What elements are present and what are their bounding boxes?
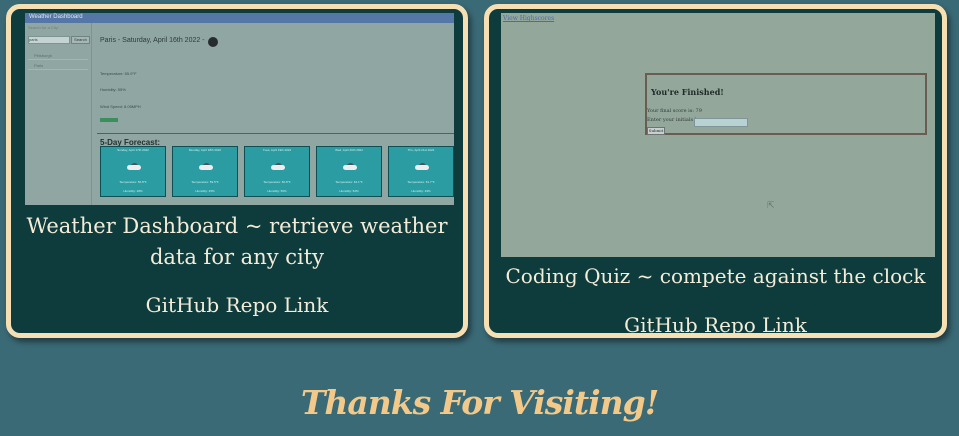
weather-temperature: Temperature: 55.9°F: [100, 71, 137, 76]
forecast-date: Sunday, April 17th 2022: [117, 148, 149, 152]
forecast-humidity: Humidity: 50%: [267, 189, 287, 193]
quiz-final-score: Your final score is: 79: [647, 108, 702, 114]
weather-history-item: Pittsburgh: [28, 53, 88, 60]
forecast-date: Monday, April 18th 2022: [188, 148, 222, 152]
forecast-temp: Temperature: 61.7°F: [407, 180, 435, 184]
quiz-highscores-link: View Highscores: [503, 15, 555, 22]
quiz-finished-box: You're Finished! Your final score is: 79…: [645, 73, 927, 135]
weather-app-header: Weather Dashboard: [25, 13, 454, 23]
cloud-icon: [199, 163, 213, 170]
forecast-date: Wed, April 20th 2022: [335, 148, 363, 152]
forecast-humidity: Humidity: 48%: [123, 189, 143, 193]
github-repo-link-weather[interactable]: GitHub Repo Link: [11, 293, 463, 317]
forecast-date: Thu, April 21st 2022: [407, 148, 435, 152]
forecast-temp: Temperature: 59.5°F: [191, 180, 219, 184]
forecast-day-card: Sunday, April 17th 2022 Temperature: 56.…: [100, 146, 166, 197]
weather-search-label: Search for a City:: [28, 25, 59, 30]
forecast-humidity: Humidity: 45%: [195, 189, 215, 193]
project-card-quiz: View Highscores You're Finished! Your fi…: [484, 4, 947, 338]
cloud-icon: [271, 163, 285, 170]
weather-humidity: Humidity: 55%: [100, 87, 126, 92]
project-caption-quiz: Coding Quiz ~ compete against the clock: [505, 264, 926, 288]
cloud-icon: [415, 163, 429, 170]
weather-search-input: paris: [28, 36, 70, 44]
project-screenshot-quiz[interactable]: View Highscores You're Finished! Your fi…: [501, 13, 935, 257]
cloud-icon: [127, 163, 141, 170]
github-repo-link-quiz[interactable]: GitHub Repo Link: [489, 313, 942, 333]
quiz-initials-input: [694, 118, 748, 127]
weather-main: Paris - Saturday, April 16th 2022 - Temp…: [97, 23, 454, 205]
forecast-humidity: Humidity: 52%: [339, 189, 359, 193]
project-screenshot-weather[interactable]: Weather Dashboard Search for a City: par…: [25, 13, 454, 205]
thanks-heading: Thanks For Visiting!: [300, 383, 659, 422]
forecast-temp: Temperature: 56.8°F: [119, 180, 147, 184]
quiz-submit-button: Submit: [647, 127, 665, 135]
forecast-humidity: Humidity: 49%: [411, 189, 431, 193]
weather-uv-badge: [100, 118, 118, 122]
forecast-date: Tues, April 19th 2022: [262, 148, 292, 152]
weather-wind: Wind Speed: 8.05MPH: [100, 104, 141, 109]
weather-sidebar: Search for a City: paris Search Pittsbur…: [25, 23, 92, 205]
forecast-day-card: Monday, April 18th 2022 Temperature: 59.…: [172, 146, 238, 197]
cursor-icon: ⇱: [767, 201, 775, 211]
weather-search-button: Search: [71, 36, 90, 44]
weather-icon: [208, 37, 218, 47]
forecast-day-card: Tues, April 19th 2022 Temperature: 60.8°…: [244, 146, 310, 197]
weather-city-heading: Paris - Saturday, April 16th 2022 -: [100, 37, 205, 44]
weather-divider: [97, 133, 454, 134]
forecast-day-card: Wed, April 20th 2022 Temperature: 62.1°F…: [316, 146, 382, 197]
project-card-weather: Weather Dashboard Search for a City: par…: [6, 4, 468, 338]
weather-history-item: Paris: [28, 63, 88, 70]
forecast-temp: Temperature: 62.1°F: [335, 180, 363, 184]
cloud-icon: [343, 163, 357, 170]
forecast-day-card: Thu, April 21st 2022 Temperature: 61.7°F…: [388, 146, 454, 197]
quiz-finished-title: You're Finished!: [651, 87, 724, 97]
forecast-temp: Temperature: 60.8°F: [263, 180, 291, 184]
project-caption-weather: Weather Dashboard ~ retrieve weather dat…: [26, 214, 448, 269]
weather-app-title: Weather Dashboard: [29, 14, 83, 20]
